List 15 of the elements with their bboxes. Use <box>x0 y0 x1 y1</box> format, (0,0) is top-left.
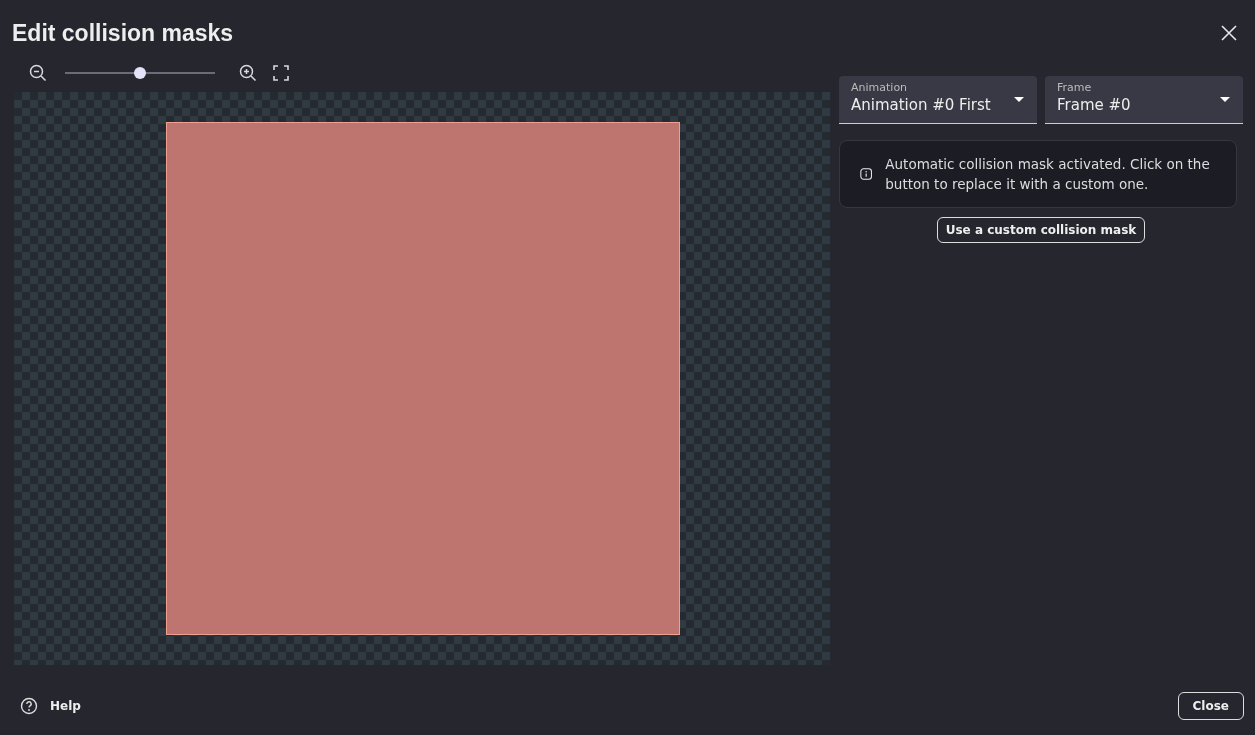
dropdown-field[interactable]: Frame Frame #0 <box>1045 76 1243 124</box>
custom-mask-button[interactable]: Use a custom collision mask <box>936 217 1146 243</box>
dialog-title: Edit collision masks <box>12 19 234 47</box>
caret-icon <box>1014 97 1024 103</box>
caret-icon <box>1220 97 1230 103</box>
close-icon[interactable] <box>1219 23 1239 43</box>
notice-text: Automatic collision mask activated. Click on the button to replace it with a custom one. <box>885 155 1211 194</box>
close-button[interactable]: Close <box>1177 692 1244 720</box>
zoom-out-icon[interactable] <box>29 64 47 82</box>
zoom-in-icon[interactable] <box>239 64 257 82</box>
dropdown-field[interactable]: Animation Animation #0 First <box>839 76 1037 124</box>
help-button[interactable]: Help <box>20 697 81 715</box>
help-icon <box>20 697 38 715</box>
fit-to-screen-icon[interactable] <box>273 65 289 81</box>
zoom-slider[interactable] <box>65 67 215 79</box>
